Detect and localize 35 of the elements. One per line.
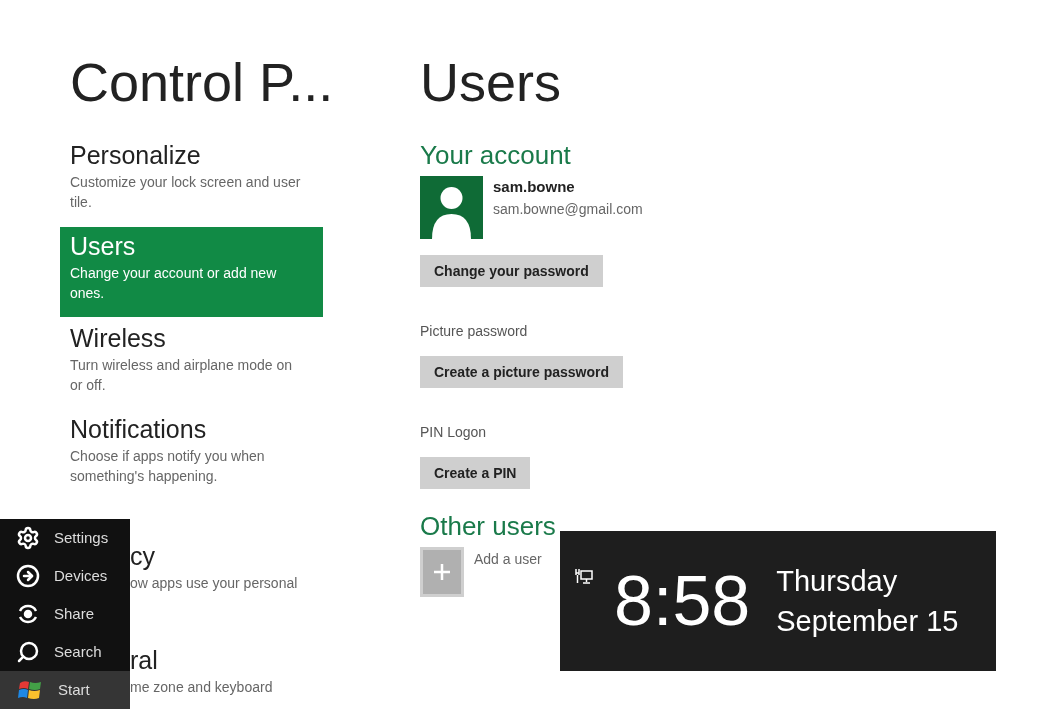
windows-logo-icon [16, 678, 44, 702]
picture-password-label: Picture password [420, 322, 528, 341]
charm-item[interactable]: Share [0, 595, 130, 633]
picture-password-button[interactable]: Create a picture password [420, 356, 624, 388]
add-user-button[interactable] [420, 547, 464, 597]
change-password-button[interactable]: Change your password [420, 255, 603, 287]
user-name: sam.bowne [493, 177, 576, 197]
add-user-label[interactable]: Add a user [474, 547, 542, 570]
avatar-icon [420, 176, 483, 239]
clock-date: September 15 [776, 604, 959, 639]
clock-time: 8:58 [614, 566, 751, 636]
charm-item[interactable]: Start [0, 671, 130, 709]
user-email: sam.bowne@gmail.com [493, 199, 643, 219]
other-users-heading: Other users [420, 510, 556, 543]
nav-item[interactable]: cy ow apps use your personal [130, 501, 323, 603]
nav-item[interactable]: Personalize Customize your lock screen and user tile. [60, 136, 323, 226]
create-pin-button[interactable]: Create a PIN [420, 457, 531, 489]
settings-icon [16, 526, 40, 550]
arrow-circle-icon [16, 564, 40, 588]
charm-item[interactable]: Devices [0, 557, 130, 595]
nav-item[interactable]: ral me zone and keyboard [130, 605, 323, 707]
page-title: Control P... [69, 51, 335, 114]
search-icon [16, 640, 40, 664]
account-heading: Your account [420, 139, 571, 172]
nav-item[interactable]: Wireless Turn wireless and airplane mode on or off. [60, 318, 323, 408]
section-title: Users [420, 51, 561, 114]
nav-item[interactable]: Notifications Choose if apps notify you when something's happening. [60, 409, 323, 499]
charm-item[interactable]: Settings [0, 519, 130, 557]
clock-day: Thursday [776, 561, 959, 601]
pin-label: PIN Logon [420, 423, 487, 442]
network-icon [574, 567, 594, 587]
share-icon [16, 602, 40, 626]
charm-item[interactable]: Search [0, 633, 130, 671]
nav-item[interactable]: Users Change your account or add new ones. [60, 227, 323, 317]
plus-icon [432, 562, 452, 582]
